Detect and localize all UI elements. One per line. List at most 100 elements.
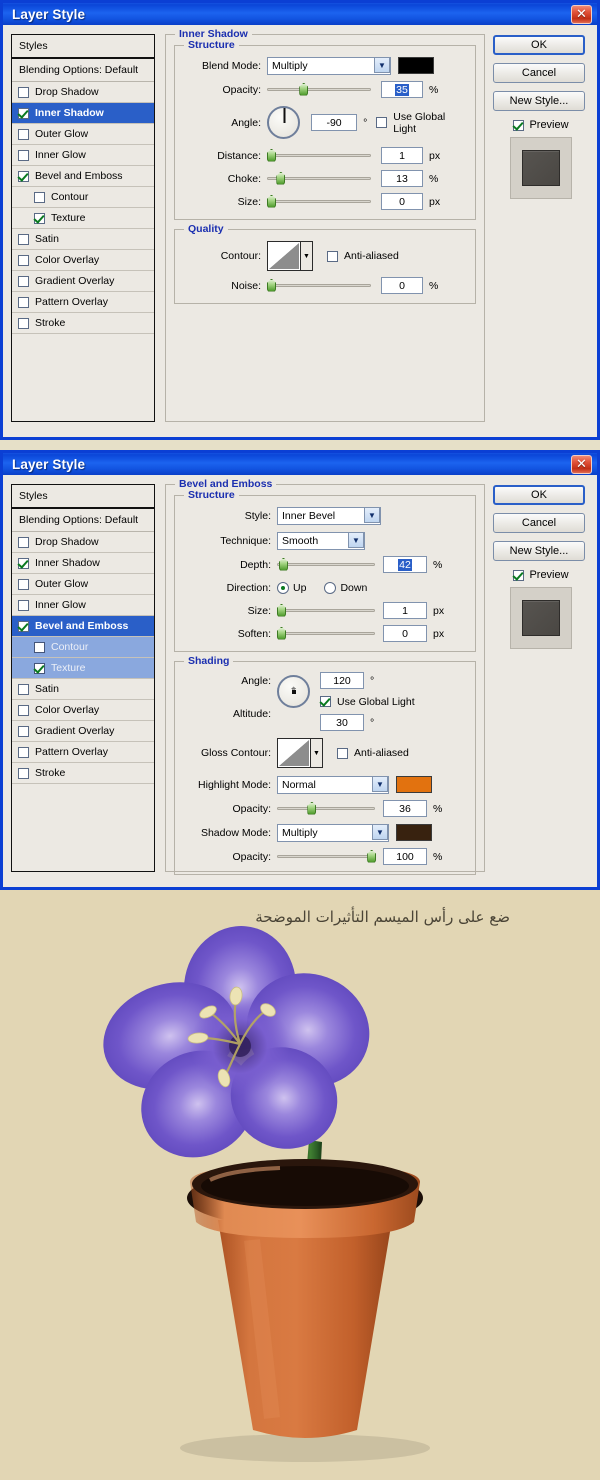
sidebar-item-outer-glow[interactable]: Outer Glow — [12, 124, 154, 145]
technique-select[interactable]: Smooth ▼ — [277, 531, 365, 550]
sidebar-item-texture[interactable]: Texture — [12, 658, 154, 679]
soften-input[interactable]: 0 — [383, 625, 427, 642]
style-value[interactable]: Inner Bevel — [277, 507, 381, 525]
blend-mode-value[interactable]: Multiply — [267, 57, 391, 75]
checkbox-satin[interactable] — [18, 234, 29, 245]
checkbox-satin[interactable] — [18, 684, 29, 695]
angle-dial[interactable] — [267, 106, 300, 139]
checkbox-pattern-overlay[interactable] — [18, 747, 29, 758]
checkbox-bevel-and-emboss[interactable] — [18, 171, 29, 182]
close-icon[interactable]: ✕ — [571, 455, 592, 474]
checkbox-pattern-overlay[interactable] — [18, 297, 29, 308]
anti-aliased-checkbox[interactable]: Anti-aliased — [327, 250, 399, 262]
new-style-button[interactable]: New Style... — [493, 91, 585, 111]
radio-down-icon[interactable] — [324, 582, 336, 594]
use-global-light-checkbox[interactable]: Use Global Light — [376, 111, 467, 135]
use-global-light-checkbox[interactable]: Use Global Light — [320, 696, 415, 708]
shadow-color-swatch[interactable] — [396, 824, 432, 841]
highlight-opacity-slider[interactable] — [277, 802, 375, 816]
checkbox-color-overlay[interactable] — [18, 255, 29, 266]
opacity-slider[interactable] — [267, 83, 371, 97]
dialog2-titlebar[interactable]: Layer Style ✕ — [0, 450, 600, 475]
highlight-color-swatch[interactable] — [396, 776, 432, 793]
gloss-contour-preview[interactable] — [277, 738, 311, 768]
checkbox-preview[interactable] — [513, 570, 524, 581]
checkbox-drop-shadow[interactable] — [18, 87, 29, 98]
highlight-mode-select[interactable]: Normal ▼ — [277, 775, 389, 794]
blend-color-swatch[interactable] — [398, 57, 434, 74]
sidebar-item-bevel-and-emboss[interactable]: Bevel and Emboss — [12, 616, 154, 637]
choke-input[interactable]: 13 — [381, 170, 423, 187]
shadow-mode-value[interactable]: Multiply — [277, 824, 389, 842]
distance-slider[interactable] — [267, 149, 371, 163]
shadow-opacity-input[interactable]: 100 — [383, 848, 427, 865]
cancel-button[interactable]: Cancel — [493, 63, 585, 83]
checkbox-color-overlay[interactable] — [18, 705, 29, 716]
cancel-button[interactable]: Cancel — [493, 513, 585, 533]
shadow-opacity-slider[interactable] — [277, 850, 375, 864]
size-slider[interactable] — [267, 195, 371, 209]
sidebar-item-texture[interactable]: Texture — [12, 208, 154, 229]
chevron-down-icon[interactable]: ▼ — [311, 738, 323, 768]
gloss-contour-picker[interactable]: ▼ — [277, 738, 323, 768]
checkbox-use-global-light[interactable] — [376, 117, 387, 128]
choke-slider[interactable] — [267, 172, 371, 186]
depth-slider[interactable] — [277, 558, 375, 572]
sidebar-item-color-overlay[interactable]: Color Overlay — [12, 700, 154, 721]
sidebar-item-pattern-overlay[interactable]: Pattern Overlay — [12, 742, 154, 763]
contour-picker[interactable]: ▼ — [267, 241, 313, 271]
checkbox-stroke[interactable] — [18, 768, 29, 779]
contour-preview[interactable] — [267, 241, 301, 271]
checkbox-gradient-overlay[interactable] — [18, 276, 29, 287]
size-input[interactable]: 1 — [383, 602, 427, 619]
sidebar-item-stroke[interactable]: Stroke — [12, 763, 154, 784]
checkbox-drop-shadow[interactable] — [18, 537, 29, 548]
checkbox-inner-shadow[interactable] — [18, 558, 29, 569]
checkbox-bevel-and-emboss[interactable] — [18, 621, 29, 632]
shading-angle-input[interactable]: 120 — [320, 672, 364, 689]
checkbox-gradient-overlay[interactable] — [18, 726, 29, 737]
radio-up-icon[interactable] — [277, 582, 289, 594]
checkbox-inner-glow[interactable] — [18, 600, 29, 611]
anti-aliased-checkbox[interactable]: Anti-aliased — [337, 747, 409, 759]
sidebar-item-inner-shadow[interactable]: Inner Shadow — [12, 553, 154, 574]
preview-checkbox[interactable]: Preview — [493, 569, 589, 581]
checkbox-inner-shadow[interactable] — [18, 108, 29, 119]
radio-direction-down[interactable]: Down — [324, 582, 367, 594]
sidebar-item-inner-shadow[interactable]: Inner Shadow — [12, 103, 154, 124]
sidebar-item-bevel-and-emboss[interactable]: Bevel and Emboss — [12, 166, 154, 187]
ok-button[interactable]: OK — [493, 485, 585, 505]
preview-checkbox[interactable]: Preview — [493, 119, 589, 131]
sidebar-item-contour[interactable]: Contour — [12, 187, 154, 208]
checkbox-contour[interactable] — [34, 192, 45, 203]
sidebar-item-outer-glow[interactable]: Outer Glow — [12, 574, 154, 595]
sidebar-item-inner-glow[interactable]: Inner Glow — [12, 595, 154, 616]
checkbox-anti-aliased[interactable] — [327, 251, 338, 262]
technique-value[interactable]: Smooth — [277, 532, 365, 550]
sidebar-item-contour[interactable]: Contour — [12, 637, 154, 658]
sidebar-item-drop-shadow[interactable]: Drop Shadow — [12, 532, 154, 553]
blend-mode-select[interactable]: Multiply ▼ — [267, 56, 391, 75]
checkbox-stroke[interactable] — [18, 318, 29, 329]
altitude-input[interactable]: 30 — [320, 714, 364, 731]
size-slider[interactable] — [277, 604, 375, 618]
opacity-input[interactable]: 35 — [381, 81, 423, 98]
blending-options-row[interactable]: Blending Options: Default — [12, 509, 154, 532]
dialog1-titlebar[interactable]: Layer Style ✕ — [0, 0, 600, 25]
checkbox-outer-glow[interactable] — [18, 579, 29, 590]
checkbox-texture[interactable] — [34, 663, 45, 674]
radio-direction-up[interactable]: Up — [277, 582, 306, 594]
sidebar-item-pattern-overlay[interactable]: Pattern Overlay — [12, 292, 154, 313]
sidebar-item-satin[interactable]: Satin — [12, 679, 154, 700]
angle-input[interactable]: -90 — [311, 114, 357, 131]
ok-button[interactable]: OK — [493, 35, 585, 55]
checkbox-use-global-light[interactable] — [320, 696, 331, 707]
checkbox-preview[interactable] — [513, 120, 524, 131]
close-icon[interactable]: ✕ — [571, 5, 592, 24]
highlight-mode-value[interactable]: Normal — [277, 776, 389, 794]
sidebar-item-inner-glow[interactable]: Inner Glow — [12, 145, 154, 166]
style-select[interactable]: Inner Bevel ▼ — [277, 506, 381, 525]
checkbox-anti-aliased[interactable] — [337, 748, 348, 759]
checkbox-inner-glow[interactable] — [18, 150, 29, 161]
sidebar-item-stroke[interactable]: Stroke — [12, 313, 154, 334]
